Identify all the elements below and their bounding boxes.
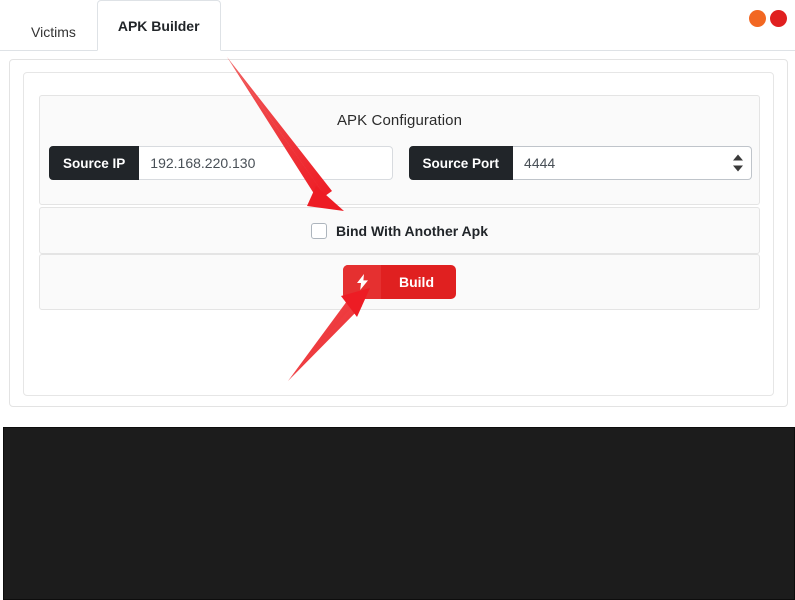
close-dot[interactable] [770, 10, 787, 27]
apk-builder-card: APK Configuration Source IP Source Port [9, 59, 788, 407]
tab-bar: Victims APK Builder [0, 0, 795, 51]
configuration-fields: Source IP Source Port [49, 146, 752, 180]
bind-with-another-apk-checkbox[interactable] [310, 222, 327, 239]
minimize-dot[interactable] [749, 10, 766, 27]
bind-row: Bind With Another Apk [40, 208, 759, 253]
build-button[interactable]: Build [343, 265, 456, 299]
chevron-down-icon[interactable] [732, 165, 743, 172]
source-ip-label: Source IP [49, 146, 140, 180]
tab-victims[interactable]: Victims [10, 11, 97, 51]
source-port-wrapper [513, 146, 752, 180]
source-port-group: Source Port [408, 146, 752, 180]
chevron-up-icon[interactable] [732, 154, 743, 161]
source-ip-input[interactable] [139, 146, 393, 180]
build-button-label: Build [399, 274, 434, 290]
bind-with-another-apk-label[interactable]: Bind With Another Apk [336, 223, 488, 239]
bind-apk-panel: Bind With Another Apk [39, 207, 760, 254]
build-row: Build [40, 255, 759, 309]
build-panel: Build [39, 254, 760, 310]
tab-apk-builder[interactable]: APK Builder [96, 0, 221, 51]
window-controls [749, 10, 787, 27]
number-stepper[interactable] [732, 154, 743, 172]
panel-title: APK Configuration [336, 112, 463, 129]
apk-builder-inner-card: APK Configuration Source IP Source Port [23, 72, 774, 396]
console-output[interactable] [3, 427, 795, 600]
source-ip-group: Source IP [49, 146, 393, 180]
apk-configuration-panel: APK Configuration Source IP Source Port [39, 95, 760, 205]
source-port-label: Source Port [408, 146, 514, 180]
source-port-input[interactable] [513, 146, 752, 180]
lightning-bolt-icon [343, 265, 381, 299]
